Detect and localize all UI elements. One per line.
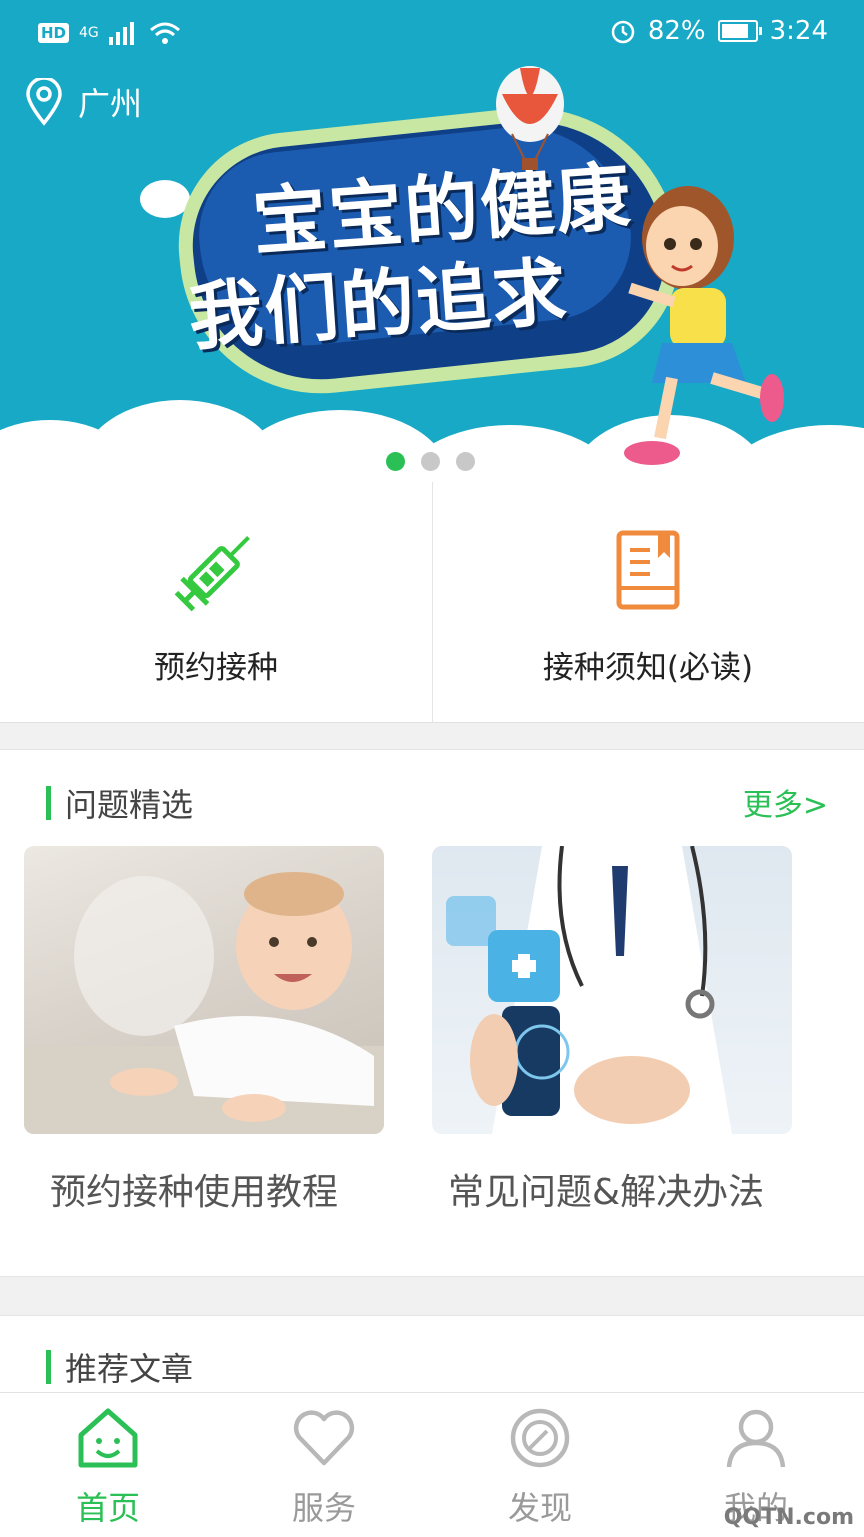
tutorial-card-image[interactable] <box>24 846 384 1134</box>
clock: 3:24 <box>769 16 828 46</box>
tab-services[interactable]: 服务 <box>216 1393 432 1537</box>
location-pin-icon <box>26 78 62 126</box>
book-icon <box>616 530 680 610</box>
battery-percent: 82% <box>647 16 706 46</box>
tab-home[interactable]: 首页 <box>0 1393 216 1537</box>
faq-card-title[interactable]: 常见问题&解决办法 <box>448 1163 764 1215</box>
more-link[interactable]: 更多> <box>743 780 828 824</box>
tutorial-card-title[interactable]: 预约接种使用教程 <box>50 1163 338 1215</box>
banner-carousel[interactable]: HD 4G 82% 3:24 广州 宝宝的健康 我们的追求 <box>0 0 864 480</box>
vaccination-notice-label: 接种须知(必读) <box>542 650 754 686</box>
signal-icon <box>108 22 134 45</box>
carousel-dot[interactable] <box>456 452 475 471</box>
user-icon <box>726 1409 786 1468</box>
section-accent-bar <box>46 1350 51 1384</box>
doctor-photo <box>446 846 732 1134</box>
girl-illustration <box>624 186 784 465</box>
location-selector[interactable]: 广州 <box>24 78 142 126</box>
vaccination-notice-button[interactable]: 接种须知(必读) <box>432 482 864 722</box>
faq-card-image[interactable] <box>432 846 792 1134</box>
articles-title: 推荐文章 <box>65 1350 194 1388</box>
tab-home-label: 首页 <box>75 1489 140 1527</box>
hot-air-balloon-icon <box>496 66 564 170</box>
hd-indicator: HD <box>38 23 70 43</box>
watermark: QQTN.com <box>723 1505 854 1530</box>
status-bar: HD 4G 82% 3:24 <box>0 0 864 64</box>
tab-discover-label: 发现 <box>507 1489 572 1527</box>
carousel-dot[interactable] <box>386 452 405 471</box>
heart-icon <box>293 1410 355 1466</box>
section-accent-bar <box>46 786 51 820</box>
battery-icon <box>717 20 762 42</box>
location-city: 广州 <box>78 85 143 123</box>
quick-actions: 预约接种 接种须知(必读) <box>0 482 864 723</box>
section-separator <box>0 723 864 750</box>
articles-header: 推荐文章 <box>46 1344 193 1390</box>
carousel-dot[interactable] <box>421 452 440 471</box>
syringe-icon <box>174 536 250 612</box>
home-icon <box>78 1408 138 1468</box>
tab-services-label: 服务 <box>291 1489 356 1527</box>
questions-header: 问题精选 <box>46 780 193 826</box>
book-vaccination-label: 预约接种 <box>154 650 278 686</box>
carousel-indicator <box>386 452 475 471</box>
section-separator <box>0 1276 864 1316</box>
compass-icon <box>510 1408 570 1468</box>
network-type: 4G <box>79 25 99 41</box>
baby-photo <box>24 872 384 1134</box>
tab-discover[interactable]: 发现 <box>432 1393 648 1537</box>
book-vaccination-button[interactable]: 预约接种 <box>0 482 432 722</box>
questions-title: 问题精选 <box>65 786 194 824</box>
wifi-icon <box>149 22 180 44</box>
alarm-icon <box>611 20 635 44</box>
